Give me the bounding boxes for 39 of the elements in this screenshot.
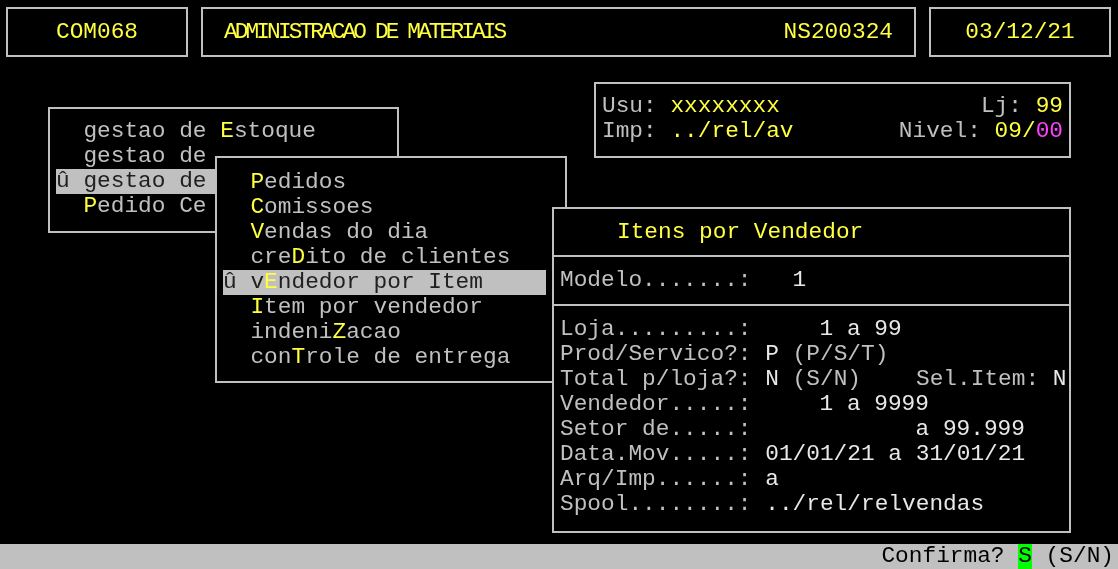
field-value: ../rel/relvendas [765,492,985,517]
field-value: 09/ [994,119,1036,144]
field-value: 99 [1035,94,1063,119]
form-title: Itens por Vendedor [617,219,864,245]
field-value: 1 a 9999 [819,392,929,417]
field-value: xxxxxxxx [670,94,780,119]
field-value: 01/01/21 a 31/01/21 [765,442,1026,467]
system-code: NS200324 [783,19,893,45]
field-value: a [765,467,779,492]
field-value: ../rel/av [670,119,794,144]
field-label: Prod/Servico?: [560,342,752,367]
field-label: Sel.Item: [916,367,1040,392]
field-value: N [765,367,779,392]
field-label: Total p/loja?: [560,367,752,392]
field-label: Modelo.......: [560,268,752,293]
field-value: 1 [792,268,807,293]
field-label: Loja.........: [560,317,752,342]
field-label: Vendedor.....: [560,392,752,417]
field-value: a 99.999 [915,417,1025,442]
date: 03/12/21 [965,19,1075,45]
program-code: COM068 [55,19,139,45]
confirm-prompt: Confirma? [881,544,1005,569]
field-label: Data.Mov.....: [560,442,752,467]
field-label: Setor de.....: [560,417,752,442]
field-value: N [1052,367,1067,392]
app-title: ADMINISTRACAO DE MATERIAIS [224,19,505,45]
field-label: Lj: [980,94,1022,119]
field-value: 1 a 99 [819,317,902,342]
field-value: 00 [1035,119,1063,144]
field-label: Arq/Imp......: [560,467,752,492]
field-label: Imp: [602,119,657,144]
confirm-options: (S/N) [1045,544,1114,569]
field-label: Nivel: [898,119,981,144]
field-label: (P/S/T) [792,342,889,367]
field-label: (S/N) [792,367,861,392]
field-label: Spool........: [560,492,752,517]
field-value: P [765,342,779,367]
field-label: Usu: [602,94,657,119]
confirm-answer: S [1018,544,1032,569]
